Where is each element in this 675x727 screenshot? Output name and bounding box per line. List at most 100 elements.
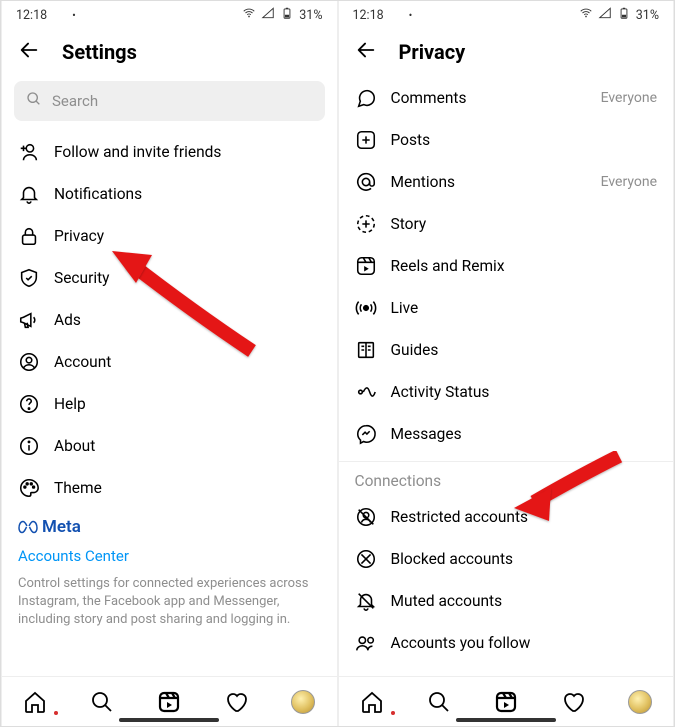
palette-icon: [18, 477, 40, 499]
meta-block: Meta Accounts Center Control settings fo…: [2, 509, 337, 640]
back-icon[interactable]: [18, 39, 40, 65]
privacy-list: Comments Everyone Posts Mentions Everyon…: [339, 77, 674, 676]
signal-icon: [261, 6, 275, 24]
label: Help: [54, 395, 86, 413]
profile-avatar[interactable]: [291, 690, 315, 714]
settings-screen: 12:18 • 31% Settings Search Follow and i…: [1, 1, 338, 726]
item-security[interactable]: Security: [2, 257, 337, 299]
blocked-icon: [355, 548, 377, 570]
accounts-center-link[interactable]: Accounts Center: [18, 547, 321, 565]
page-title: Settings: [62, 40, 137, 64]
muted-icon: [355, 590, 377, 612]
home-indicator: [456, 718, 556, 722]
at-icon: [355, 171, 377, 193]
settings-list: Follow and invite friends Notifications …: [2, 131, 337, 676]
megaphone-icon: [18, 309, 40, 331]
more-dot: •: [72, 9, 76, 22]
battery-icon: [280, 6, 294, 24]
wifi-icon: [242, 6, 256, 24]
label: Posts: [391, 131, 431, 149]
item-mentions[interactable]: Mentions Everyone: [339, 161, 674, 203]
label: Theme: [54, 479, 102, 497]
item-account[interactable]: Account: [2, 341, 337, 383]
bell-icon: [18, 183, 40, 205]
search-field[interactable]: Search: [14, 81, 325, 121]
item-notifications[interactable]: Notifications: [2, 173, 337, 215]
live-icon: [355, 297, 377, 319]
notification-dot: [391, 711, 395, 715]
search-nav-icon[interactable]: [90, 690, 114, 714]
privacy-screen: 12:18 • 31% Privacy Comments Everyone Po…: [338, 1, 675, 726]
more-dot: •: [409, 9, 413, 22]
person-plus-icon: [18, 141, 40, 163]
profile-avatar[interactable]: [628, 690, 652, 714]
item-posts[interactable]: Posts: [339, 119, 674, 161]
messenger-icon: [355, 423, 377, 445]
reels-icon: [355, 255, 377, 277]
status-bar: 12:18 • 31%: [339, 1, 674, 29]
label: Follow and invite friends: [54, 143, 221, 161]
notification-dot: [54, 711, 58, 715]
home-icon[interactable]: [360, 690, 384, 714]
restricted-icon: [355, 506, 377, 528]
lock-icon: [18, 225, 40, 247]
search-nav-icon[interactable]: [427, 690, 451, 714]
status-time: 12:18: [16, 8, 47, 23]
label: Muted accounts: [391, 592, 503, 610]
meta-logo: Meta: [18, 517, 321, 537]
search-placeholder: Search: [52, 92, 98, 110]
home-indicator: [119, 718, 219, 722]
search-icon: [26, 91, 42, 111]
item-muted[interactable]: Muted accounts: [339, 580, 674, 622]
label: Privacy: [54, 227, 104, 245]
item-blocked[interactable]: Blocked accounts: [339, 538, 674, 580]
item-live[interactable]: Live: [339, 287, 674, 329]
status-time: 12:18: [353, 8, 384, 23]
item-privacy[interactable]: Privacy: [2, 215, 337, 257]
reels-nav-icon[interactable]: [157, 690, 181, 714]
label: Security: [54, 269, 110, 287]
label: Blocked accounts: [391, 550, 514, 568]
item-follow-invite[interactable]: Follow and invite friends: [2, 131, 337, 173]
item-restricted[interactable]: Restricted accounts: [339, 496, 674, 538]
header: Settings: [2, 29, 337, 77]
home-icon[interactable]: [23, 690, 47, 714]
plus-square-icon: [355, 129, 377, 151]
value: Everyone: [601, 174, 657, 190]
header: Privacy: [339, 29, 674, 77]
back-icon[interactable]: [355, 39, 377, 65]
label: Mentions: [391, 173, 456, 191]
item-activity[interactable]: Activity Status: [339, 371, 674, 413]
book-icon: [355, 339, 377, 361]
label: Notifications: [54, 185, 142, 203]
help-icon: [18, 393, 40, 415]
item-messages[interactable]: Messages: [339, 413, 674, 455]
label: Messages: [391, 425, 462, 443]
connections-header: Connections: [339, 461, 674, 496]
label: Ads: [54, 311, 81, 329]
item-comments[interactable]: Comments Everyone: [339, 77, 674, 119]
heart-nav-icon[interactable]: [224, 690, 248, 714]
label: Live: [391, 299, 419, 317]
label: Reels and Remix: [391, 257, 505, 275]
item-following[interactable]: Accounts you follow: [339, 622, 674, 664]
item-story[interactable]: Story: [339, 203, 674, 245]
item-reels[interactable]: Reels and Remix: [339, 245, 674, 287]
item-about[interactable]: About: [2, 425, 337, 467]
item-ads[interactable]: Ads: [2, 299, 337, 341]
status-bar: 12:18 • 31%: [2, 1, 337, 29]
heart-nav-icon[interactable]: [561, 690, 585, 714]
item-help[interactable]: Help: [2, 383, 337, 425]
activity-icon: [355, 381, 377, 403]
account-icon: [18, 351, 40, 373]
item-guides[interactable]: Guides: [339, 329, 674, 371]
reels-nav-icon[interactable]: [494, 690, 518, 714]
page-title: Privacy: [399, 40, 466, 64]
shield-icon: [18, 267, 40, 289]
story-icon: [355, 213, 377, 235]
battery-icon: [617, 6, 631, 24]
label: Story: [391, 215, 427, 233]
label: Account: [54, 353, 111, 371]
battery-pct: 31%: [636, 8, 659, 23]
item-theme[interactable]: Theme: [2, 467, 337, 509]
